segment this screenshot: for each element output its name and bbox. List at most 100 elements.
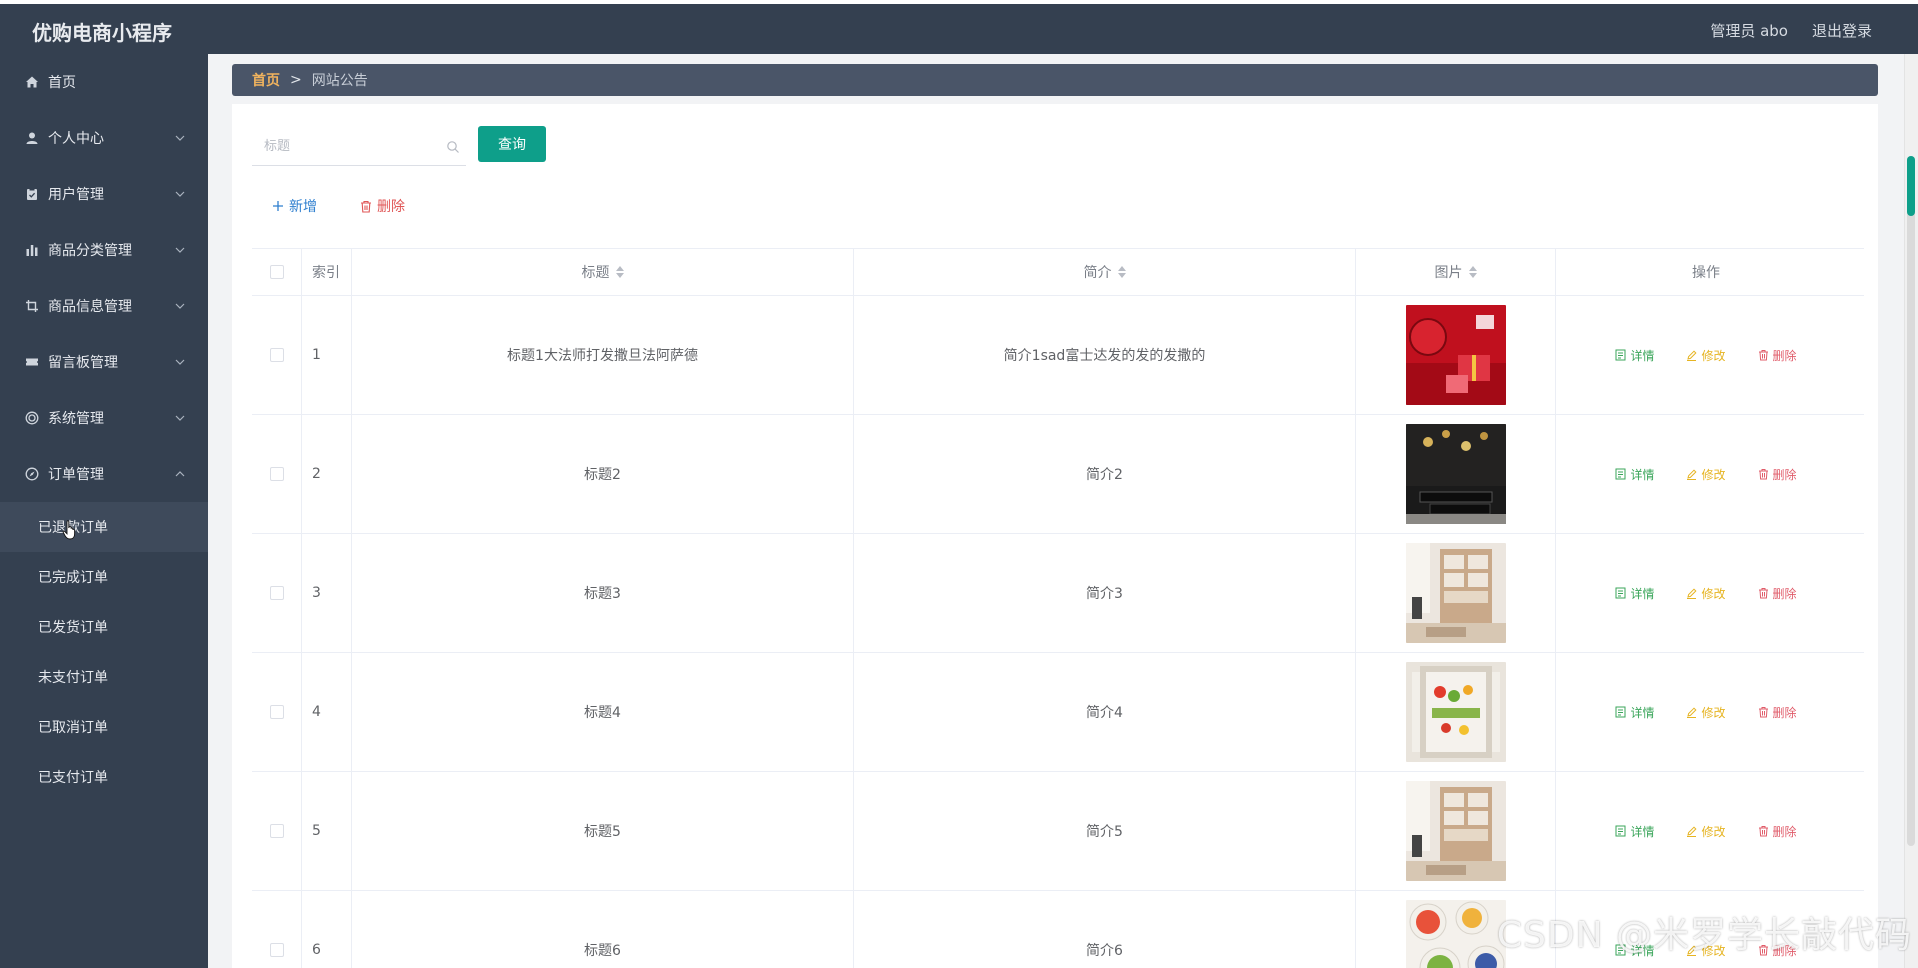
row-image-cell	[1356, 296, 1556, 414]
detail-label: 详情	[1630, 824, 1655, 839]
header-ops: 操作	[1556, 249, 1856, 295]
sidebar-item-goods[interactable]: 商品信息管理	[0, 278, 208, 334]
detail-button[interactable]: 详情	[1615, 466, 1654, 483]
detail-button[interactable]: 详情	[1615, 585, 1654, 602]
row-checkbox[interactable]	[269, 824, 284, 838]
sidebar-item-personal[interactable]: 个人中心	[0, 110, 208, 166]
detail-button[interactable]: 详情	[1615, 347, 1654, 364]
breadcrumb-home[interactable]: 首页	[252, 70, 280, 90]
edit-button[interactable]: 修改	[1686, 585, 1726, 602]
sort-icon[interactable]	[1468, 265, 1477, 279]
table-row: 4 标题4 简介4 详情 修改 删除	[252, 653, 1864, 772]
table-header: 索引 标题 简介 图片 操作	[252, 248, 1864, 296]
submenu-shipped-orders[interactable]: 已发货订单	[0, 602, 208, 652]
detail-button[interactable]: 详情	[1615, 704, 1654, 721]
sidebar-item-users[interactable]: 用户管理	[0, 166, 208, 222]
row-delete-button[interactable]: 删除	[1758, 704, 1797, 721]
add-button[interactable]: 新增	[272, 196, 317, 216]
search-input[interactable]	[252, 128, 442, 164]
query-button[interactable]: 查询	[478, 126, 546, 162]
header-intro[interactable]: 简介	[854, 249, 1356, 295]
row-checkbox-cell	[252, 296, 302, 414]
submenu-paid-orders[interactable]: 已支付订单	[0, 752, 208, 802]
row-ops: 详情 修改 删除	[1556, 534, 1856, 652]
row-index-text: 3	[312, 585, 321, 601]
sidebar-item-label: 商品分类管理	[48, 243, 132, 259]
product-thumbnail[interactable]	[1405, 424, 1506, 524]
sidebar-item-label: 留言板管理	[48, 355, 118, 371]
pencil-icon	[1687, 469, 1697, 480]
row-intro: 简介1sad富士达发的发的发撒的	[854, 296, 1356, 414]
sort-icon[interactable]	[615, 265, 624, 279]
row-checkbox[interactable]	[269, 348, 284, 362]
row-intro: 简介4	[854, 653, 1356, 771]
row-title-text: 标题6	[584, 943, 621, 959]
row-checkbox[interactable]	[269, 467, 284, 481]
scrollbar[interactable]	[1904, 54, 1918, 968]
row-checkbox[interactable]	[269, 943, 284, 957]
product-thumbnail[interactable]	[1405, 305, 1506, 405]
scrollbar-thumb[interactable]	[1907, 156, 1915, 216]
sidebar-item-home[interactable]: 首页	[0, 54, 208, 110]
header-image[interactable]: 图片	[1356, 249, 1556, 295]
add-label: 新增	[289, 199, 317, 215]
bar-chart-icon	[24, 242, 40, 258]
remove-label: 删除	[1772, 467, 1797, 482]
product-thumbnail[interactable]	[1405, 781, 1506, 881]
row-intro-text: 简介4	[1086, 705, 1123, 721]
top-bar: 优购电商小程序 管理员 abo 退出登录	[0, 0, 1918, 54]
submenu-unpaid-orders[interactable]: 未支付订单	[0, 652, 208, 702]
submenu-refunded-orders[interactable]: 已退款订单	[0, 502, 208, 552]
header-title[interactable]: 标题	[352, 249, 854, 295]
trash-icon	[1758, 588, 1768, 599]
row-title: 标题6	[352, 891, 854, 968]
table-row: 1 标题1大法师打发撒旦法阿萨德 简介1sad富士达发的发的发撒的 详情 修改 …	[252, 296, 1864, 415]
header-intro-label: 简介	[1083, 265, 1112, 281]
sidebar-item-system[interactable]: 系统管理	[0, 390, 208, 446]
row-title: 标题4	[352, 653, 854, 771]
row-title-text: 标题3	[584, 586, 621, 602]
detail-label: 详情	[1630, 705, 1655, 720]
breadcrumb: 首页 > 网站公告	[232, 64, 1878, 96]
row-title-text: 标题4	[584, 705, 621, 721]
edit-label: 修改	[1701, 824, 1726, 839]
detail-label: 详情	[1630, 467, 1655, 482]
sidebar-item-message[interactable]: 留言板管理	[0, 334, 208, 390]
submenu-cancelled-orders[interactable]: 已取消订单	[0, 702, 208, 752]
plus-icon	[273, 201, 283, 211]
row-image-cell	[1356, 534, 1556, 652]
product-thumbnail[interactable]	[1405, 543, 1506, 643]
pencil-icon	[1687, 350, 1697, 361]
submenu-completed-orders[interactable]: 已完成订单	[0, 552, 208, 602]
row-delete-button[interactable]: 删除	[1758, 466, 1797, 483]
search-box	[252, 128, 466, 166]
home-icon	[24, 74, 40, 90]
row-ops: 详情 修改 删除	[1556, 415, 1856, 533]
edit-label: 修改	[1701, 467, 1726, 482]
logout-link[interactable]: 退出登录	[1812, 20, 1872, 41]
row-delete-button[interactable]: 删除	[1758, 585, 1797, 602]
row-checkbox[interactable]	[269, 586, 284, 600]
row-intro: 简介6	[854, 891, 1356, 968]
edit-button[interactable]: 修改	[1686, 823, 1726, 840]
row-intro: 简介2	[854, 415, 1356, 533]
row-intro-text: 简介3	[1086, 586, 1123, 602]
select-all-checkbox[interactable]	[269, 265, 284, 279]
header-index: 索引	[302, 249, 352, 295]
sort-icon[interactable]	[1117, 265, 1126, 279]
row-delete-button[interactable]: 删除	[1758, 823, 1797, 840]
sidebar-item-orders[interactable]: 订单管理	[0, 446, 208, 502]
batch-delete-button[interactable]: 删除	[360, 196, 405, 216]
product-thumbnail[interactable]	[1405, 662, 1506, 762]
row-index-text: 1	[312, 347, 321, 363]
edit-button[interactable]: 修改	[1686, 466, 1726, 483]
sidebar-item-category[interactable]: 商品分类管理	[0, 222, 208, 278]
detail-button[interactable]: 详情	[1615, 823, 1654, 840]
sidebar-item-label: 用户管理	[48, 187, 104, 203]
row-delete-button[interactable]: 删除	[1758, 347, 1797, 364]
row-checkbox[interactable]	[269, 705, 284, 719]
edit-button[interactable]: 修改	[1686, 347, 1726, 364]
data-table: 索引 标题 简介 图片 操作 1 标题1大法师打发撒旦法阿萨德 简介1sad富士…	[252, 248, 1864, 968]
product-thumbnail[interactable]	[1405, 900, 1506, 968]
edit-button[interactable]: 修改	[1686, 704, 1726, 721]
